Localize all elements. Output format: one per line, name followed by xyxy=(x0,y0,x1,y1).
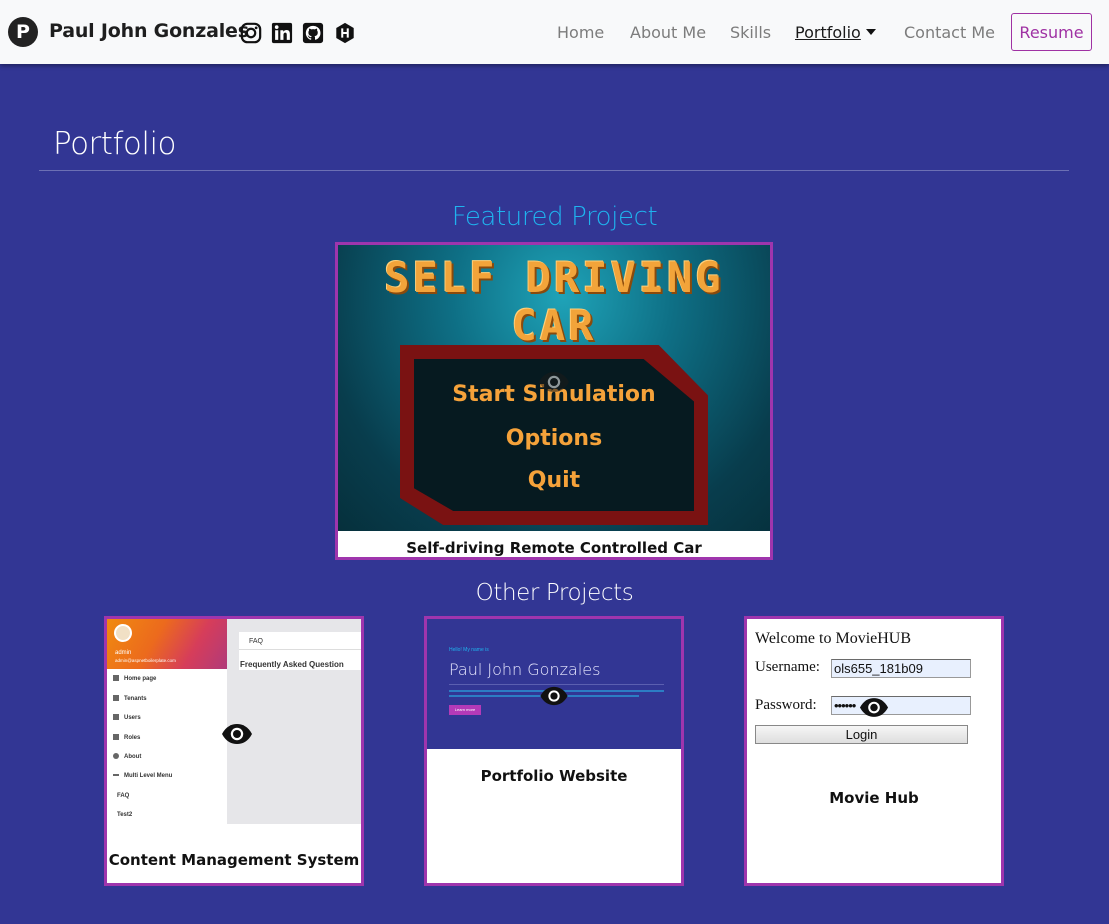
cms-page-header: FAQ Frequently Asked Question xyxy=(239,632,361,670)
cms-nav-item: Multi Level Menu xyxy=(113,773,172,779)
project-caption: Movie Hub xyxy=(829,789,919,807)
project-caption: Portfolio Website xyxy=(480,767,628,785)
cms-nav-item: Test2 xyxy=(117,812,133,818)
nav-skills[interactable]: Skills xyxy=(730,23,771,42)
mh-password-field: •••••• xyxy=(831,696,971,715)
nav-portfolio-label: Portfolio xyxy=(795,23,861,42)
cms-user-name: admin xyxy=(115,650,132,656)
page-title: Portfolio xyxy=(53,126,177,162)
game-title-line2: CAR xyxy=(511,301,597,350)
eye-icon xyxy=(540,686,568,706)
pw-name: Paul John Gonzales xyxy=(449,660,601,679)
mh-login-button: Login xyxy=(755,725,968,744)
brand-name[interactable]: Paul John Gonzales xyxy=(49,20,249,42)
nav-about-me[interactable]: About Me xyxy=(630,23,706,42)
nav-home[interactable]: Home xyxy=(557,23,604,42)
featured-project-image[interactable]: SELF DRIVING CAR Start Simulation Option… xyxy=(338,245,770,531)
featured-heading: Featured Project xyxy=(451,202,658,232)
project-image-portfolio-website[interactable]: Hello! My name is Paul John Gonzales Lea… xyxy=(427,619,681,749)
navbar: P Paul John Gonzales Home About Me Skill… xyxy=(0,0,1109,64)
project-card-movie-hub[interactable]: Welcome to MovieHUB Username: ols655_181… xyxy=(744,616,1004,886)
divider xyxy=(239,649,361,650)
cms-sidebar: admin admin@aspnetboilerplate.com Home p… xyxy=(107,619,227,824)
brand-logo[interactable]: P xyxy=(8,17,38,47)
cms-page-title: FAQ xyxy=(249,638,264,645)
project-card-cms[interactable]: admin admin@aspnetboilerplate.com Home p… xyxy=(104,616,364,886)
featured-project-card[interactable]: SELF DRIVING CAR Start Simulation Option… xyxy=(335,242,773,560)
linkedin-icon[interactable] xyxy=(271,22,293,44)
featured-project-caption: Self-driving Remote Controlled Car xyxy=(406,539,702,557)
caret-down-icon xyxy=(865,29,876,35)
resume-button[interactable]: Resume xyxy=(1011,13,1092,51)
project-card-portfolio-website[interactable]: Hello! My name is Paul John Gonzales Lea… xyxy=(424,616,684,886)
instagram-icon[interactable] xyxy=(240,22,262,44)
cms-nav-item: About xyxy=(113,753,141,760)
cms-nav-item: Home page xyxy=(113,675,156,682)
game-menu-item: Options xyxy=(505,426,603,451)
divider xyxy=(449,684,664,685)
game-menu-item: Quit xyxy=(527,468,581,493)
cms-page-heading: Frequently Asked Question xyxy=(240,660,344,669)
pw-learn-more-button: Learn more xyxy=(449,705,481,715)
cms-user-email: admin@aspnetboilerplate.com xyxy=(115,658,176,663)
divider xyxy=(39,170,1069,171)
nav-portfolio-dropdown[interactable]: Portfolio xyxy=(795,23,876,42)
project-image-cms[interactable]: admin admin@aspnetboilerplate.com Home p… xyxy=(107,619,361,824)
eye-icon xyxy=(539,372,569,392)
mh-password-label: Password: xyxy=(755,697,817,713)
project-caption: Content Management System xyxy=(108,851,360,869)
mh-username-label: Username: xyxy=(755,659,820,675)
hackerrank-icon[interactable] xyxy=(334,22,356,44)
avatar xyxy=(114,624,132,642)
mh-username-field: ols655_181b09 xyxy=(831,659,971,678)
github-icon[interactable] xyxy=(302,22,324,44)
cms-nav-item: Roles xyxy=(113,734,140,741)
game-title-line1: SELF DRIVING xyxy=(384,253,724,302)
other-projects-heading: Other Projects xyxy=(475,580,634,606)
pw-greeting: Hello! My name is xyxy=(449,647,489,653)
cms-nav-item: Users xyxy=(113,714,141,721)
project-image-movie-hub[interactable]: Welcome to MovieHUB Username: ols655_181… xyxy=(747,619,1001,759)
mh-welcome-text: Welcome to MovieHUB xyxy=(755,630,912,647)
cms-sidebar-header: admin admin@aspnetboilerplate.com xyxy=(107,619,227,669)
cms-nav-item: FAQ xyxy=(117,793,130,799)
eye-icon xyxy=(222,724,252,744)
eye-icon xyxy=(859,698,889,717)
nav-contact-me[interactable]: Contact Me xyxy=(904,23,995,42)
cms-nav-item: Tenants xyxy=(113,695,147,702)
